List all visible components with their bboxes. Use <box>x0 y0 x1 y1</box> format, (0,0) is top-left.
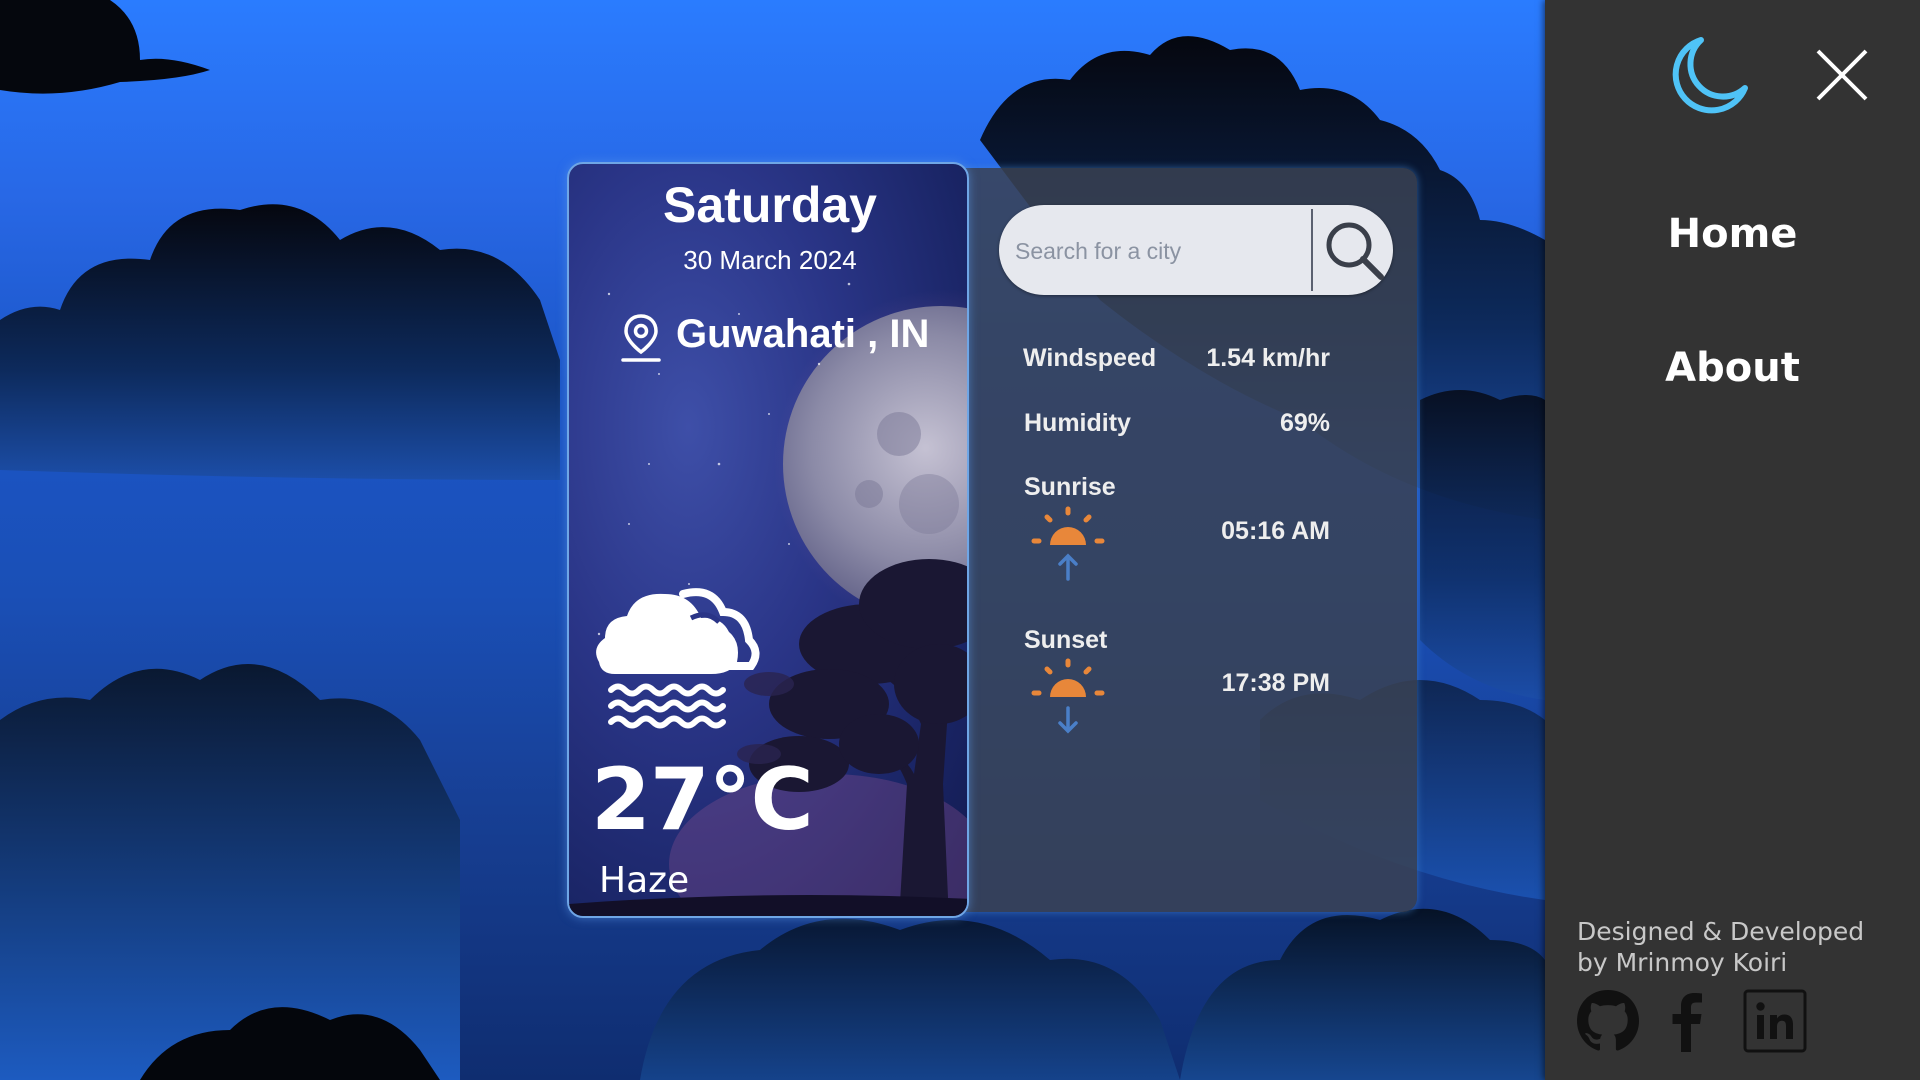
day-name: Saturday <box>663 177 877 233</box>
sunset-icon <box>1031 658 1105 734</box>
location-pin-icon <box>621 314 661 362</box>
linkedin-icon[interactable] <box>1742 988 1808 1054</box>
close-icon[interactable] <box>1812 45 1872 105</box>
weather-condition: Haze <box>599 860 690 901</box>
location-name: Guwahati , IN <box>676 312 930 356</box>
credit-line-1: Designed & Developed <box>1577 917 1865 946</box>
date-text: 30 March 2024 <box>683 245 857 275</box>
credit-text: Designed & Developed by Mrinmoy Koiri <box>1577 916 1907 978</box>
sunset-time: 17:38 PM <box>1221 669 1330 697</box>
facebook-icon[interactable] <box>1655 988 1721 1054</box>
credit-line-2: by Mrinmoy Koiri <box>1577 948 1788 977</box>
menu-link-home[interactable]: Home <box>1545 211 1920 257</box>
side-menu: Home About Designed & Developed by Mrinm… <box>1545 0 1920 1080</box>
menu-link-about[interactable]: About <box>1545 345 1920 391</box>
sunrise-icon <box>1031 506 1105 581</box>
sunrise-label: Sunrise <box>1024 473 1116 501</box>
temperature: 27°C <box>591 750 814 850</box>
search-bar <box>999 205 1393 295</box>
weather-summary-card: Saturday 30 March 2024 Guwahati , IN 27°… <box>567 162 969 918</box>
moon-icon[interactable] <box>1667 34 1751 118</box>
search-input[interactable] <box>1013 225 1307 277</box>
search-icon[interactable] <box>1317 213 1391 287</box>
humidity-label: Humidity <box>1024 409 1131 437</box>
humidity-value: 69% <box>1279 409 1330 437</box>
windspeed-value: 1.54 km/hr <box>1206 344 1330 372</box>
app-root: Saturday 30 March 2024 Guwahati , IN 27°… <box>0 0 1920 1080</box>
sunrise-time: 05:16 AM <box>1221 517 1330 545</box>
search-divider <box>1311 209 1313 291</box>
haze-cloud-icon <box>596 588 760 729</box>
sunset-label: Sunset <box>1024 626 1108 654</box>
github-icon[interactable] <box>1575 988 1641 1054</box>
